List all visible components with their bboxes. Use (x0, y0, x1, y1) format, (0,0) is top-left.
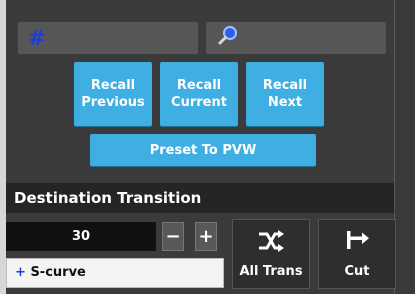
curve-selector[interactable]: + S-curve (6, 258, 224, 288)
all-trans-label: All Trans (239, 264, 303, 279)
recall-previous-line2: Previous (81, 95, 145, 110)
transition-rate-field[interactable]: 30 (6, 222, 156, 251)
recall-next-button[interactable]: Recall Next (246, 62, 324, 126)
recall-previous-button[interactable]: Recall Previous (74, 62, 152, 126)
cut-button[interactable]: Cut (318, 219, 396, 289)
recall-current-line2: Current (171, 95, 227, 110)
curve-name: S-curve (30, 265, 86, 280)
curve-plus-mark: + (15, 265, 26, 280)
number-input[interactable]: # (18, 22, 198, 54)
search-input[interactable] (206, 22, 386, 54)
recall-next-line2: Next (267, 95, 303, 110)
all-trans-button[interactable]: All Trans (232, 219, 310, 289)
recall-previous-line1: Recall (90, 78, 136, 93)
cut-label: Cut (344, 264, 370, 279)
decrement-button[interactable]: − (162, 222, 184, 251)
recall-current-line1: Recall (176, 78, 222, 93)
section-title: Destination Transition (6, 183, 394, 213)
preset-to-pvw-label: Preset To PVW (149, 142, 257, 158)
preset-to-pvw-button[interactable]: Preset To PVW (90, 134, 316, 166)
cut-arrow-icon (347, 231, 369, 249)
shuffle-icon (259, 230, 284, 252)
magnifier-icon (218, 26, 237, 45)
recall-current-button[interactable]: Recall Current (160, 62, 238, 126)
side-scroll-strip[interactable] (394, 0, 415, 294)
increment-button[interactable]: + (195, 222, 217, 251)
recall-next-line1: Recall (262, 78, 308, 93)
hash-icon: # (28, 26, 46, 50)
